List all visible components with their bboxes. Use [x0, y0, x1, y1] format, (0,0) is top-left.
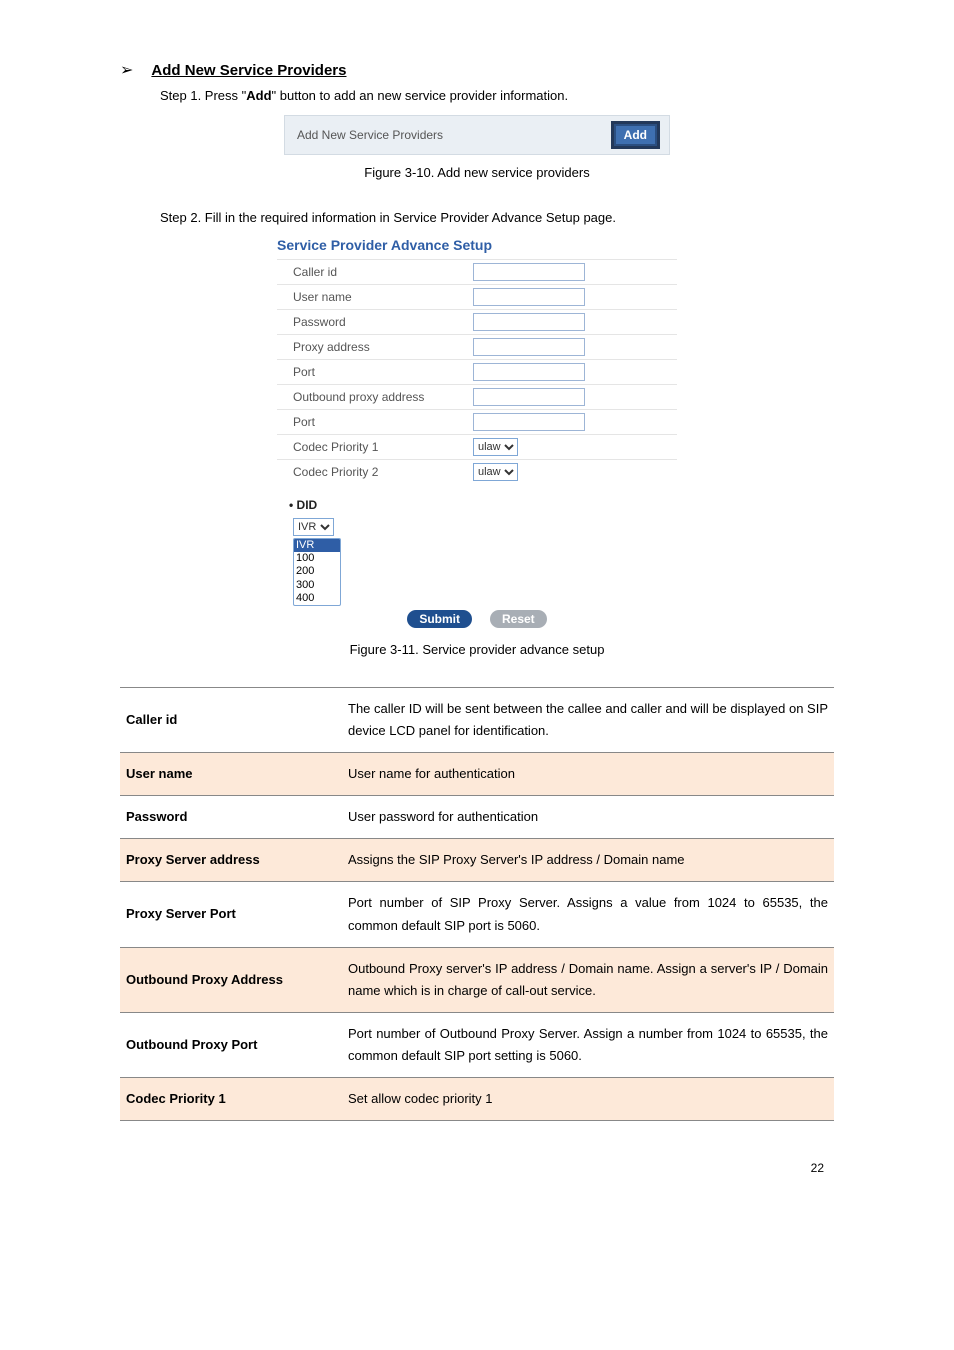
button-row: Submit Reset	[277, 610, 677, 632]
row-proxy-address: Proxy address	[277, 334, 677, 359]
param-key: Codec Priority 1	[120, 1077, 342, 1120]
label-port2: Port	[277, 415, 473, 429]
table-row: PasswordUser password for authentication	[120, 796, 834, 839]
add-button[interactable]: Add	[614, 124, 657, 146]
param-key: User name	[120, 753, 342, 796]
table-row: Proxy Server PortPort number of SIP Prox…	[120, 882, 834, 947]
param-desc: Port number of Outbound Proxy Server. As…	[342, 1012, 834, 1077]
row-user-name: User name	[277, 284, 677, 309]
input-password[interactable]	[473, 313, 585, 331]
did-option-3[interactable]: 300	[294, 579, 340, 592]
figure-caption-2: Figure 3-11. Service provider advance se…	[120, 642, 834, 657]
table-row: Caller idThe caller ID will be sent betw…	[120, 687, 834, 752]
did-listbox[interactable]: IVR 100 200 300 400	[293, 538, 341, 606]
advance-title: Service Provider Advance Setup	[277, 237, 677, 253]
label-port1: Port	[277, 365, 473, 379]
label-password: Password	[277, 315, 473, 329]
row-port2: Port	[277, 409, 677, 434]
did-option-4[interactable]: 400	[294, 592, 340, 605]
input-port1[interactable]	[473, 363, 585, 381]
submit-button[interactable]: Submit	[407, 610, 472, 628]
table-row: User nameUser name for authentication	[120, 753, 834, 796]
input-port2[interactable]	[473, 413, 585, 431]
param-desc: The caller ID will be sent between the c…	[342, 687, 834, 752]
label-proxy-address: Proxy address	[277, 340, 473, 354]
did-option-1[interactable]: 100	[294, 552, 340, 565]
table-row: Outbound Proxy PortPort number of Outbou…	[120, 1012, 834, 1077]
section-title: Add New Service Providers	[151, 62, 346, 79]
param-key: Proxy Server address	[120, 839, 342, 882]
input-proxy-address[interactable]	[473, 338, 585, 356]
step-1: Step 1. Press "Add" button to add an new…	[160, 88, 834, 103]
advance-setup-panel: Service Provider Advance Setup Caller id…	[277, 237, 677, 632]
step-1-post: " button to add an new service provider …	[272, 88, 569, 103]
did-heading: DID	[289, 498, 677, 512]
label-codec2: Codec Priority 2	[277, 465, 473, 479]
select-codec1[interactable]: ulaw	[473, 438, 518, 456]
did-option-2[interactable]: 200	[294, 565, 340, 578]
label-outbound-proxy: Outbound proxy address	[277, 390, 473, 404]
row-codec2: Codec Priority 2 ulaw	[277, 459, 677, 484]
row-caller-id: Caller id	[277, 259, 677, 284]
input-caller-id[interactable]	[473, 263, 585, 281]
select-codec2[interactable]: ulaw	[473, 463, 518, 481]
label-user-name: User name	[277, 290, 473, 304]
param-desc: Set allow codec priority 1	[342, 1077, 834, 1120]
section-heading: ➢ Add New Service Providers	[120, 60, 834, 80]
page-number: 22	[120, 1161, 834, 1175]
table-row: Codec Priority 1Set allow codec priority…	[120, 1077, 834, 1120]
param-key: Proxy Server Port	[120, 882, 342, 947]
param-desc: User name for authentication	[342, 753, 834, 796]
param-desc: Outbound Proxy server's IP address / Dom…	[342, 947, 834, 1012]
label-codec1: Codec Priority 1	[277, 440, 473, 454]
step-1-bold: Add	[246, 88, 271, 103]
add-provider-panel: Add New Service Providers Add	[284, 115, 670, 155]
step-1-pre: Step 1. Press "	[160, 88, 246, 103]
param-desc: User password for authentication	[342, 796, 834, 839]
reset-button[interactable]: Reset	[490, 610, 547, 628]
param-key: Caller id	[120, 687, 342, 752]
add-provider-label: Add New Service Providers	[297, 128, 443, 142]
did-option-0[interactable]: IVR	[294, 539, 340, 552]
bullet-arrow-icon: ➢	[120, 60, 133, 80]
step-2: Step 2. Fill in the required information…	[160, 210, 834, 225]
row-outbound-proxy: Outbound proxy address	[277, 384, 677, 409]
input-outbound-proxy[interactable]	[473, 388, 585, 406]
parameter-table: Caller idThe caller ID will be sent betw…	[120, 687, 834, 1121]
did-dropdown[interactable]: IVR	[293, 518, 334, 536]
param-key: Outbound Proxy Address	[120, 947, 342, 1012]
table-row: Outbound Proxy AddressOutbound Proxy ser…	[120, 947, 834, 1012]
input-user-name[interactable]	[473, 288, 585, 306]
table-row: Proxy Server addressAssigns the SIP Prox…	[120, 839, 834, 882]
row-codec1: Codec Priority 1 ulaw	[277, 434, 677, 459]
param-key: Outbound Proxy Port	[120, 1012, 342, 1077]
row-password: Password	[277, 309, 677, 334]
label-caller-id: Caller id	[277, 265, 473, 279]
row-port1: Port	[277, 359, 677, 384]
figure-caption-1: Figure 3-10. Add new service providers	[120, 165, 834, 180]
param-desc: Assigns the SIP Proxy Server's IP addres…	[342, 839, 834, 882]
param-desc: Port number of SIP Proxy Server. Assigns…	[342, 882, 834, 947]
param-key: Password	[120, 796, 342, 839]
